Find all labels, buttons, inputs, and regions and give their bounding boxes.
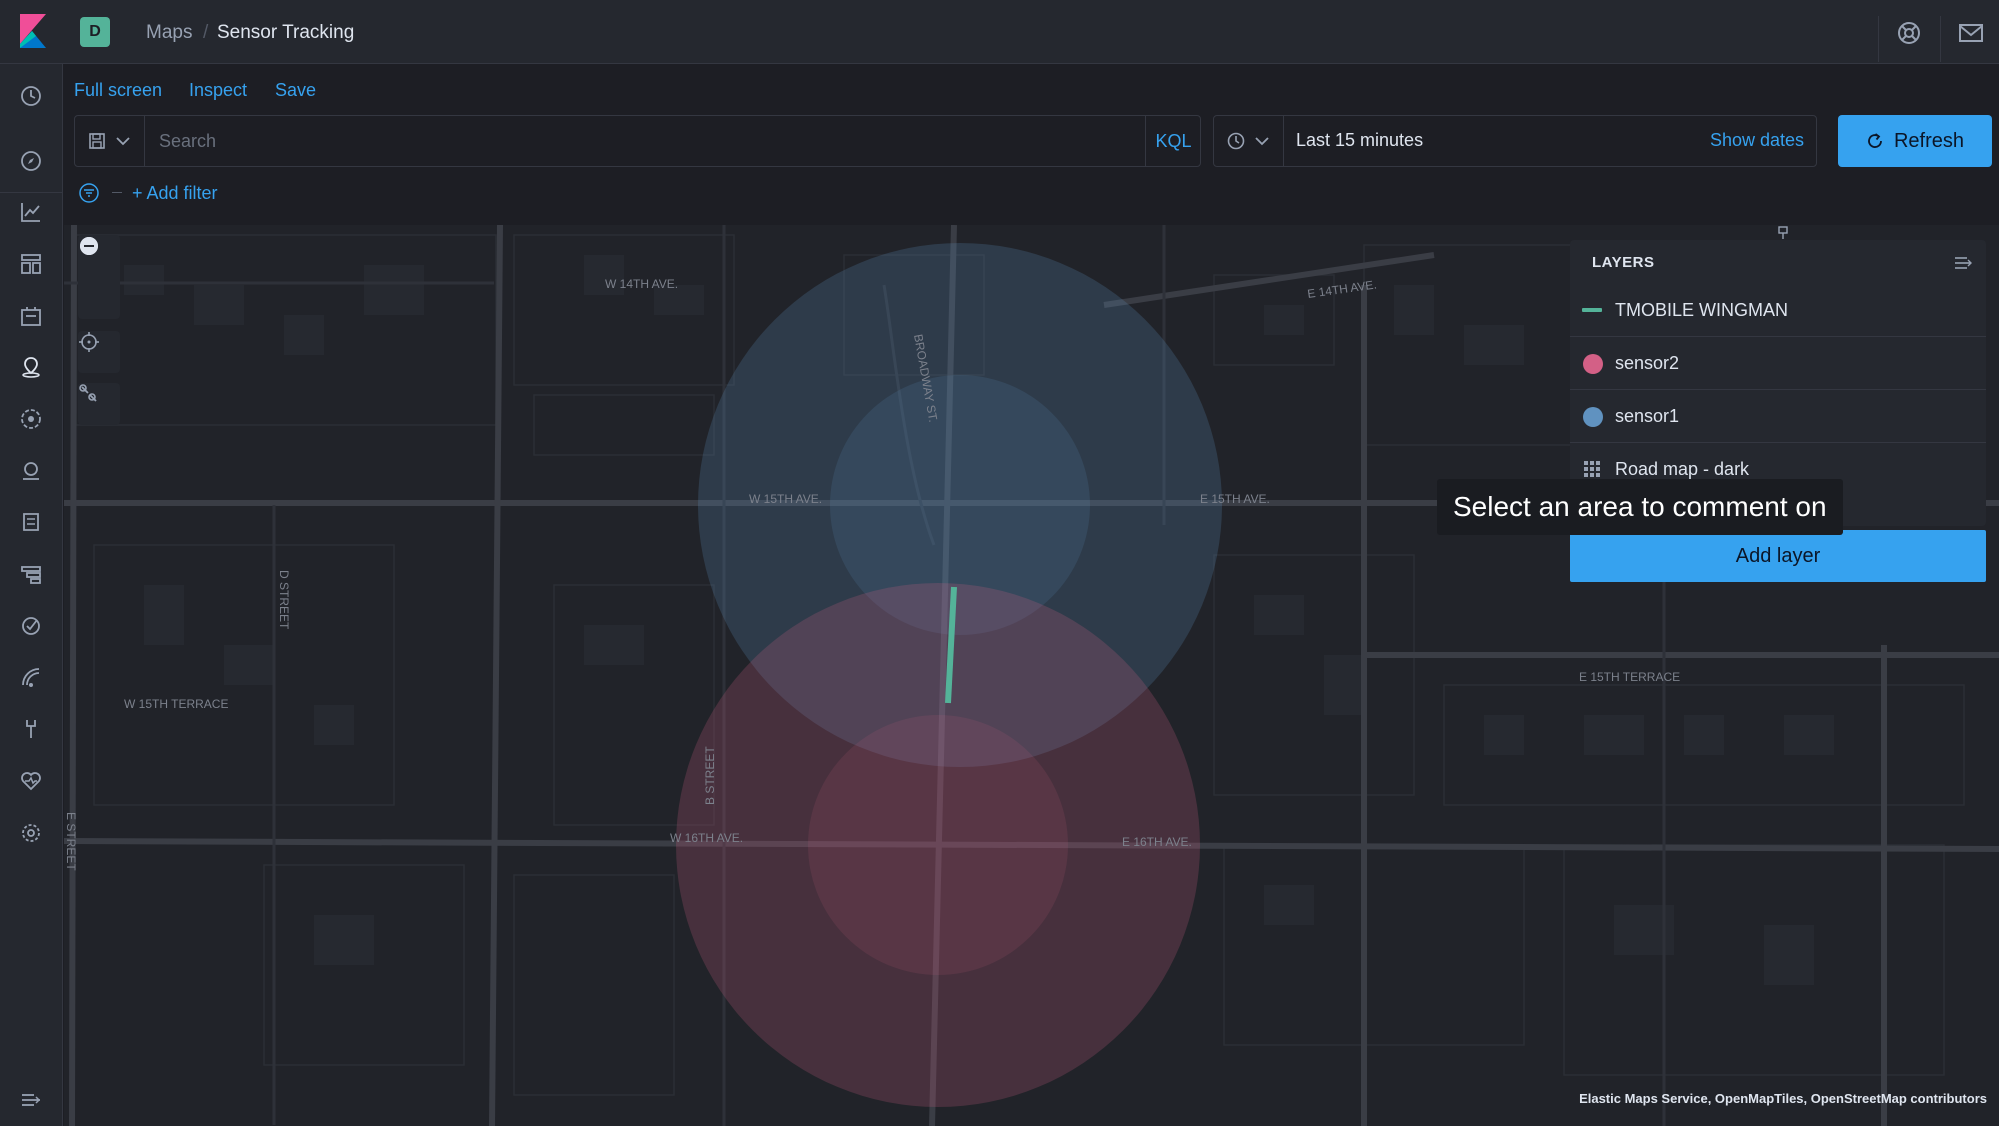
breadcrumb-separator: / (203, 22, 209, 43)
time-range-text[interactable]: Last 15 minutes (1296, 130, 1423, 151)
add-filter-button[interactable]: + Add filter (132, 183, 218, 204)
ml-icon[interactable] (19, 407, 43, 431)
tile-layer-grid-icon (1584, 461, 1600, 477)
point-layer-icon (1583, 354, 1603, 374)
breadcrumb-maps[interactable]: Maps (146, 22, 192, 44)
management-gear-icon[interactable] (19, 821, 43, 845)
side-nav (0, 64, 63, 1126)
zoom-out-button[interactable] (78, 237, 120, 319)
street-label: B STREET (703, 746, 717, 805)
full-screen-link[interactable]: Full screen (74, 80, 162, 101)
save-query-icon (89, 133, 105, 149)
apm-icon[interactable] (19, 562, 43, 586)
zoom-controls (78, 235, 120, 319)
street-label: D STREET (277, 570, 291, 630)
top-header: D Maps / Sensor Tracking (0, 0, 1999, 64)
street-label: W 16TH AVE. (670, 831, 743, 845)
chevron-down-icon (116, 137, 130, 146)
sidebar-separator (0, 192, 63, 193)
layer-item-sensor2[interactable]: sensor2 (1570, 337, 1986, 389)
layers-title: LAYERS (1592, 254, 1655, 271)
maps-icon[interactable] (19, 355, 43, 379)
street-label: E STREET (64, 812, 78, 871)
fit-to-data-button[interactable] (78, 331, 120, 373)
refresh-label: Refresh (1893, 129, 1965, 152)
kql-toggle-button[interactable]: KQL (1145, 116, 1201, 166)
chevron-down-icon (1255, 137, 1269, 146)
save-link[interactable]: Save (275, 80, 316, 101)
discover-compass-icon[interactable] (19, 149, 43, 173)
collapse-layers-icon[interactable] (1952, 252, 1974, 274)
draw-tools-button[interactable] (78, 383, 120, 425)
quick-select-button[interactable] (1214, 116, 1284, 166)
logs-icon[interactable] (19, 510, 43, 534)
street-label: W 15TH AVE. (749, 492, 822, 506)
search-input[interactable] (159, 116, 1109, 166)
header-divider (1940, 16, 1941, 62)
layer-item-tmobile-wingman[interactable]: TMOBILE WINGMAN (1570, 284, 1986, 336)
layer-item-sensor1[interactable]: sensor1 (1570, 390, 1986, 442)
kibana-logo-icon[interactable] (18, 14, 46, 48)
pin-icon[interactable] (1777, 225, 1789, 241)
minus-icon (80, 237, 98, 255)
filter-divider (112, 192, 122, 193)
collapse-nav-icon[interactable] (19, 1088, 43, 1112)
uptime-icon[interactable] (19, 614, 43, 638)
query-bar: KQL (74, 115, 1201, 167)
tools-control (78, 383, 120, 425)
calendar-clock-icon (1227, 132, 1245, 150)
visualize-chart-icon[interactable] (19, 200, 43, 224)
crosshair-icon (79, 332, 99, 352)
inspect-link[interactable]: Inspect (189, 80, 247, 101)
wrench-icon (79, 384, 97, 402)
page-title: Sensor Tracking (217, 22, 355, 43)
layer-label: TMOBILE WINGMAN (1615, 300, 1789, 320)
show-dates-link[interactable]: Show dates (1710, 130, 1804, 151)
header-divider (1878, 16, 1879, 62)
refresh-icon (1868, 133, 1882, 148)
canvas-icon[interactable] (19, 304, 43, 328)
street-label: W 15TH TERRACE (124, 697, 228, 711)
refresh-button[interactable]: Refresh (1838, 115, 1992, 167)
date-picker: Last 15 minutes Show dates (1213, 115, 1817, 167)
street-label: E 16TH AVE. (1122, 835, 1192, 849)
monitoring-icon[interactable] (19, 769, 43, 793)
filter-options-icon[interactable] (78, 182, 100, 204)
help-icon[interactable] (1896, 20, 1922, 46)
layer-label: Road map - dark (1615, 459, 1750, 479)
sensor2-inner-circle (808, 715, 1068, 975)
fit-bounds-control (78, 331, 120, 373)
dev-tools-icon[interactable] (19, 717, 43, 741)
recent-clock-icon[interactable] (19, 84, 43, 108)
mail-icon[interactable] (1958, 20, 1984, 46)
map-attribution[interactable]: Elastic Maps Service, OpenMapTiles, Open… (1579, 1091, 1987, 1106)
space-avatar[interactable]: D (80, 17, 110, 47)
point-layer-icon (1583, 407, 1603, 427)
infrastructure-icon[interactable] (19, 459, 43, 483)
layer-label: sensor1 (1615, 406, 1680, 426)
comment-tooltip: Select an area to comment on (1437, 479, 1843, 535)
street-label: E 15TH AVE. (1200, 492, 1270, 506)
siem-icon[interactable] (19, 665, 43, 689)
saved-queries-button[interactable] (75, 116, 145, 166)
dashboard-icon[interactable] (19, 252, 43, 276)
street-label: E 15TH TERRACE (1579, 670, 1680, 684)
add-layer-button[interactable]: Add layer (1570, 530, 1986, 582)
layer-label: sensor2 (1615, 353, 1680, 373)
street-label: W 14TH AVE. (605, 277, 678, 291)
line-layer-icon (1582, 308, 1602, 312)
